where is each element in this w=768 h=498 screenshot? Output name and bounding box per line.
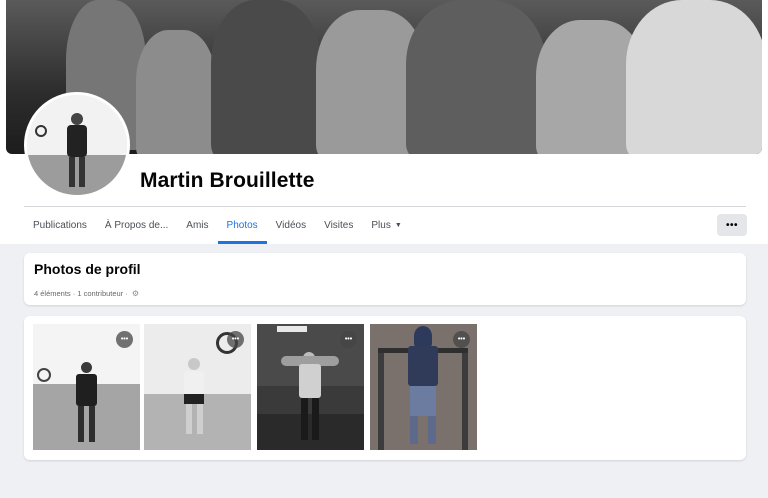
photo-person-legs (410, 386, 436, 416)
tab-publications[interactable]: Publications (24, 207, 96, 244)
profile-photos-section: Photos de profil 4 éléments · 1 contribu… (24, 253, 746, 305)
caret-down-icon: ▼ (394, 222, 402, 229)
photo-floor (257, 414, 364, 450)
photo-person-body (299, 364, 321, 398)
photo-person-leg (197, 404, 203, 434)
tab-plus-label: Plus (371, 220, 391, 231)
photo-person-leg (78, 406, 84, 442)
photo-emblem (37, 368, 51, 382)
profile-picture-person-head (71, 113, 83, 125)
more-options-icon[interactable]: ••• (116, 331, 133, 348)
section-meta-text: 4 éléments · 1 contributeur · (34, 289, 128, 298)
photo-thumbnail[interactable]: ••• (33, 324, 140, 450)
photo-light (277, 326, 307, 332)
tab-amis[interactable]: Amis (177, 207, 217, 244)
cover-figure (136, 30, 216, 154)
more-options-icon[interactable]: ••• (340, 331, 357, 348)
more-options-icon[interactable]: ••• (453, 331, 470, 348)
tab-videos[interactable]: Vidéos (267, 207, 315, 244)
profile-picture[interactable] (24, 92, 130, 198)
more-options-icon[interactable]: ••• (227, 331, 244, 348)
photo-person-leg (89, 406, 95, 442)
photo-rack-post (462, 350, 468, 450)
profile-tabs: Publications À Propos de... Amis Photos … (24, 207, 411, 244)
profile-picture-person-leg (69, 157, 75, 187)
gear-icon[interactable]: ⚙ (132, 289, 139, 298)
photo-person-leg (410, 416, 418, 444)
photo-person-head (188, 358, 200, 370)
photo-person-body (76, 374, 97, 406)
tab-plus[interactable]: Plus ▼ (362, 207, 410, 244)
photo-person-leg (186, 404, 192, 434)
tab-a-propos[interactable]: À Propos de... (96, 207, 177, 244)
tab-visites[interactable]: Visites (315, 207, 362, 244)
photo-person-leg (428, 416, 436, 444)
more-options-button[interactable]: ••• (717, 214, 747, 236)
profile-picture-person-body (67, 125, 87, 157)
photo-thumbnail[interactable]: ••• (370, 324, 477, 450)
cover-figure (626, 0, 762, 154)
photo-thumbnail[interactable]: ••• (257, 324, 364, 450)
photo-person-body (184, 371, 204, 395)
profile-picture-person-leg (79, 157, 85, 187)
photo-person-head (81, 362, 92, 373)
profile-picture-floor (27, 155, 127, 195)
profile-header: Martin Brouillette Publications À Propos… (0, 0, 768, 244)
photo-person-leg (312, 398, 319, 440)
photo-grid: ••• ••• ••• ••• (24, 316, 746, 460)
cover-figure (406, 0, 546, 154)
profile-name: Martin Brouillette (140, 169, 315, 192)
photo-person-body (408, 346, 438, 386)
photo-person-leg (301, 398, 308, 440)
cover-figure (211, 0, 321, 154)
section-meta: 4 éléments · 1 contributeur · ⚙ (34, 289, 139, 298)
tab-photos[interactable]: Photos (217, 207, 267, 244)
photo-person-shorts (184, 394, 204, 404)
profile-picture-emblem (35, 125, 47, 137)
photo-thumbnail[interactable]: ••• (144, 324, 251, 450)
photo-rack-post (378, 350, 384, 450)
photo-person-head (414, 326, 432, 346)
section-title: Photos de profil (34, 261, 141, 277)
